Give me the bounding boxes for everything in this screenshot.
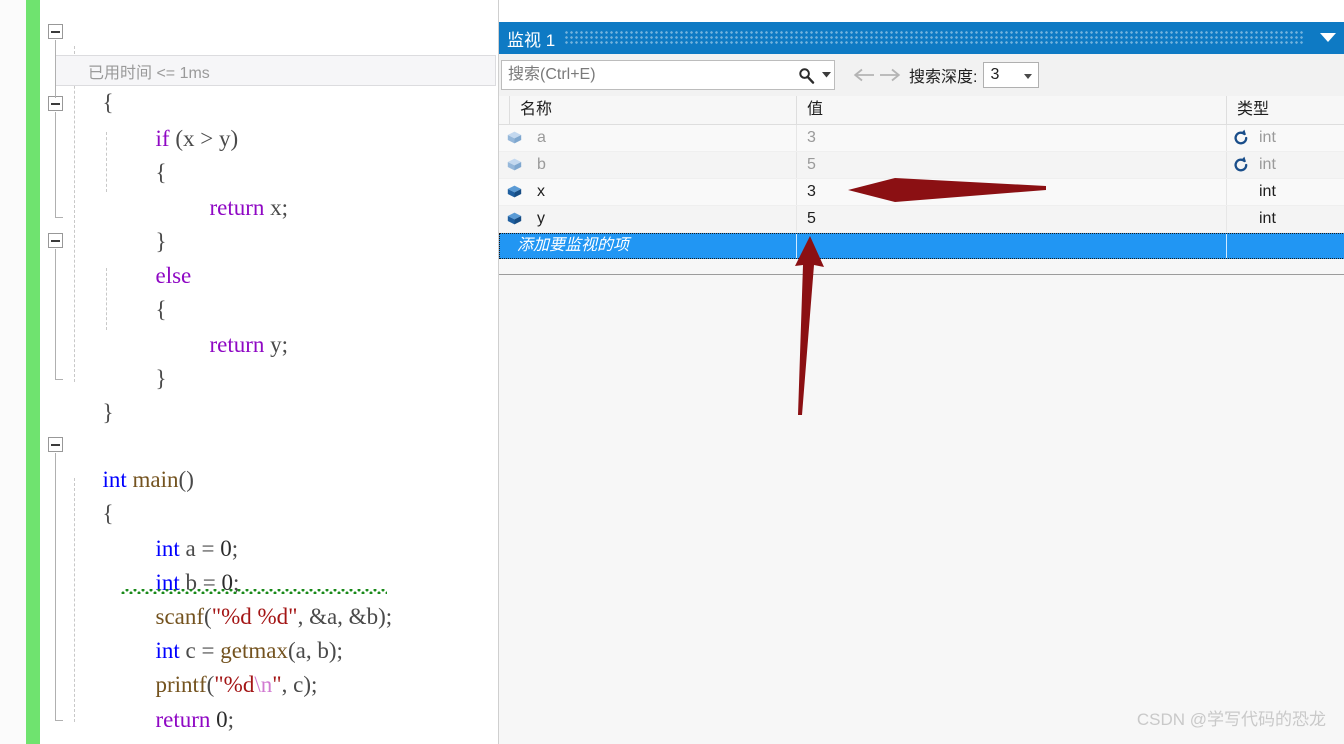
add-watch-placeholder: 添加要监视的项: [517, 237, 630, 254]
chevron-down-icon[interactable]: [1311, 22, 1344, 54]
search-previous-arrow-left-icon[interactable]: [851, 60, 877, 90]
code-line[interactable]: int b = 0;: [121, 532, 240, 595]
structure-guide: [55, 112, 56, 217]
search-box[interactable]: [501, 60, 835, 90]
editor-change-indicator-bar: [26, 0, 40, 744]
watch-row-name: x: [537, 183, 545, 200]
search-options-chevron-down-icon[interactable]: [818, 72, 834, 78]
table-row[interactable]: x 3 int: [499, 179, 1344, 206]
grid-empty-area: [499, 275, 1344, 744]
search-input[interactable]: [502, 65, 794, 85]
code-line[interactable]: printf("%d\n", c);: [121, 634, 318, 697]
code-line[interactable]: int main(): [68, 429, 194, 492]
code-line[interactable]: }: [68, 362, 114, 425]
watch-row-type: int: [1226, 152, 1344, 178]
code-line[interactable]: int getmax(int x, int y): [68, 16, 316, 79]
table-row[interactable]: a 3 int: [499, 125, 1344, 152]
indent-guide: [106, 132, 107, 192]
code-line[interactable]: if (x > y): [121, 88, 239, 151]
search-depth-select[interactable]: 3: [983, 62, 1040, 88]
structure-guide: [55, 453, 56, 720]
watch-row-type: int: [1226, 125, 1344, 151]
watch-row-value[interactable]: 5: [796, 152, 1226, 178]
code-editor-pane[interactable]: int getmax(int x, int y) { if (x > y) { …: [0, 0, 498, 744]
watch-row-type: int: [1226, 206, 1344, 232]
table-row[interactable]: y 5 int: [499, 206, 1344, 233]
code-line[interactable]: }: [68, 703, 114, 744]
search-depth-label: 搜索深度:: [909, 69, 978, 86]
watch-grid-header: 名称 值 类型: [499, 96, 1344, 125]
add-watch-row[interactable]: 添加要监视的项: [499, 233, 1344, 259]
code-line[interactable]: {: [121, 259, 167, 322]
structure-guide-end: [55, 379, 63, 380]
indent-guide: [106, 268, 107, 330]
code-line[interactable]: int c = getmax(a, b);: [121, 600, 343, 663]
watch-row-type: int: [1226, 179, 1344, 205]
perf-tip-text: 已用时间 <= 1ms: [88, 64, 210, 82]
code-line[interactable]: else: [121, 225, 192, 288]
perf-tip: 已用时间 <= 1ms: [56, 55, 496, 86]
watch-row-name: y: [537, 210, 545, 227]
fold-toggle-else[interactable]: [48, 233, 63, 248]
watch-row-value[interactable]: 5: [796, 206, 1226, 232]
code-line[interactable]: return x;: [175, 157, 289, 220]
table-row[interactable]: b 5 int: [499, 152, 1344, 179]
code-line[interactable]: return y;: [175, 294, 289, 357]
column-separator: [1226, 234, 1227, 258]
error-squiggle: [121, 589, 387, 594]
code-line[interactable]: int a = 0;: [121, 498, 239, 561]
search-depth-value: 3: [990, 66, 1000, 83]
column-separator: [796, 234, 797, 258]
search-next-arrow-right-icon[interactable]: [877, 60, 903, 90]
watch-grid: 名称 值 类型 a 3 int b 5 int x 3 int y 5 int …: [499, 96, 1344, 744]
watch-row-name: b: [537, 156, 546, 173]
code-line[interactable]: }: [121, 191, 167, 254]
column-header-type[interactable]: 类型: [1226, 96, 1344, 124]
watch-row-value[interactable]: 3: [796, 179, 1226, 205]
watermark: CSDN @学写代码的恐龙: [1136, 710, 1326, 729]
structure-guide-end: [55, 217, 63, 218]
chevron-down-icon[interactable]: [1024, 74, 1033, 79]
code-line[interactable]: scanf("%d %d", &a, &b);: [121, 566, 393, 629]
watch-window-titlebar: [499, 0, 1344, 22]
structure-guide: [55, 249, 56, 379]
tab-strip-filler: [565, 31, 1305, 45]
column-header-value[interactable]: 值: [796, 96, 1226, 124]
structure-guide-end: [55, 720, 63, 721]
search-icon[interactable]: [794, 67, 818, 84]
fold-toggle-if[interactable]: [48, 96, 63, 111]
watch-window: 监视 1 搜索(Ctrl+E) 搜索深度: 3 名称 值 类型 a 3 int …: [498, 0, 1344, 744]
column-header-name[interactable]: 名称: [509, 96, 796, 124]
watch-tab-strip: 监视 1: [499, 22, 1344, 54]
tab-watch-1[interactable]: 监视 1: [499, 26, 555, 51]
watch-row-value[interactable]: 3: [796, 125, 1226, 151]
code-line[interactable]: {: [121, 122, 167, 185]
watch-row-name: a: [537, 129, 546, 146]
editor-text-area[interactable]: int getmax(int x, int y) { if (x > y) { …: [40, 0, 498, 744]
watch-toolbar: 搜索深度: 3: [499, 54, 1344, 96]
fold-toggle-getmax[interactable]: [48, 24, 63, 39]
code-line[interactable]: {: [68, 463, 114, 526]
code-line[interactable]: return 0;: [121, 669, 235, 732]
fold-toggle-main[interactable]: [48, 437, 63, 452]
editor-selection-margin: [0, 0, 27, 744]
code-line[interactable]: }: [121, 328, 167, 391]
